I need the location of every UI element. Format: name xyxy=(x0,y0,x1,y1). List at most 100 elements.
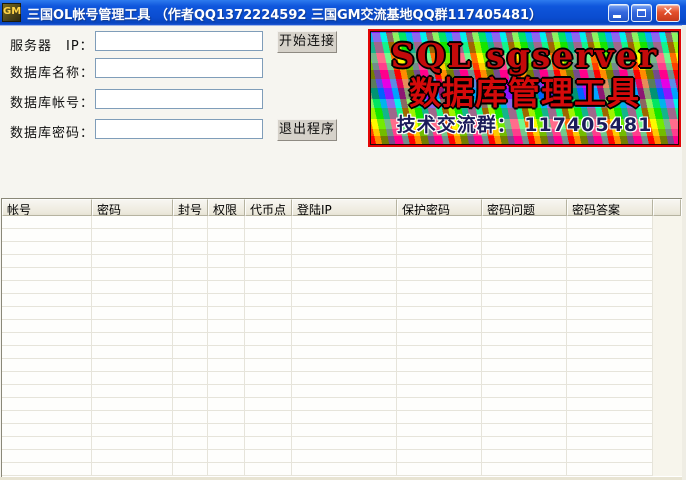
table-cell xyxy=(397,281,482,293)
table-cell xyxy=(292,216,397,228)
table-cell xyxy=(208,281,245,293)
table-cell xyxy=(92,424,173,436)
table-row xyxy=(2,320,653,333)
table-cell xyxy=(482,294,567,306)
table-cell xyxy=(245,385,292,397)
table-cell xyxy=(2,463,92,475)
table-cell xyxy=(482,216,567,228)
table-row xyxy=(2,450,653,463)
table-cell xyxy=(92,255,173,267)
table-cell xyxy=(567,398,653,410)
server-ip-input[interactable] xyxy=(95,31,263,51)
table-cell xyxy=(245,437,292,449)
table-cell xyxy=(292,268,397,280)
table-cell xyxy=(173,346,208,358)
exit-button[interactable]: 退出程序 xyxy=(277,119,337,141)
table-cell xyxy=(173,359,208,371)
table-cell xyxy=(173,294,208,306)
table-cell xyxy=(245,255,292,267)
column-header[interactable] xyxy=(653,199,681,216)
table-cell xyxy=(2,450,92,462)
table-row xyxy=(2,333,653,346)
table-row xyxy=(2,255,653,268)
table-cell xyxy=(173,216,208,228)
table-cell xyxy=(245,307,292,319)
column-header[interactable]: 封号 xyxy=(173,199,208,216)
db-name-input[interactable] xyxy=(95,58,263,78)
close-button[interactable]: ✕ xyxy=(656,4,680,22)
table-cell xyxy=(567,463,653,475)
table-cell xyxy=(397,398,482,410)
column-header[interactable]: 密码 xyxy=(92,199,173,216)
table-cell xyxy=(92,463,173,475)
table-cell xyxy=(2,359,92,371)
table-cell xyxy=(2,255,92,267)
table-cell xyxy=(397,437,482,449)
table-cell xyxy=(482,333,567,345)
table-cell xyxy=(92,372,173,384)
table-cell xyxy=(567,216,653,228)
column-header[interactable]: 权限 xyxy=(208,199,245,216)
table-cell xyxy=(245,372,292,384)
table-cell xyxy=(397,242,482,254)
table-cell xyxy=(482,255,567,267)
table-cell xyxy=(173,229,208,241)
table-cell xyxy=(245,216,292,228)
db-password-input[interactable] xyxy=(95,119,263,139)
column-header[interactable]: 密码答案 xyxy=(567,199,653,216)
column-header[interactable]: 代币点 xyxy=(245,199,292,216)
table-cell xyxy=(482,242,567,254)
table-cell xyxy=(292,229,397,241)
table-cell xyxy=(482,307,567,319)
table-cell xyxy=(173,437,208,449)
accounts-table: 帐号密码封号权限代币点登陆IP保护密码密码问题密码答案 xyxy=(1,198,683,477)
table-row xyxy=(2,463,653,476)
table-row xyxy=(2,242,653,255)
maximize-button[interactable] xyxy=(631,4,652,22)
table-cell xyxy=(292,437,397,449)
column-header[interactable]: 登陆IP xyxy=(292,199,397,216)
table-cell xyxy=(397,385,482,397)
table-cell xyxy=(173,411,208,423)
table-body[interactable] xyxy=(2,216,653,476)
table-cell xyxy=(208,216,245,228)
table-cell xyxy=(482,424,567,436)
table-cell xyxy=(567,346,653,358)
table-cell xyxy=(567,450,653,462)
table-cell xyxy=(92,281,173,293)
connect-button[interactable]: 开始连接 xyxy=(277,31,337,53)
minimize-button[interactable] xyxy=(608,4,629,22)
table-cell xyxy=(567,307,653,319)
table-cell xyxy=(208,411,245,423)
app-icon: GM xyxy=(2,3,21,22)
column-header[interactable]: 帐号 xyxy=(2,199,92,216)
banner-subtitle: 数据库管理工具 xyxy=(409,74,640,112)
table-cell xyxy=(482,437,567,449)
table-cell xyxy=(397,411,482,423)
table-cell xyxy=(2,320,92,332)
column-header[interactable]: 保护密码 xyxy=(397,199,482,216)
column-header[interactable]: 密码问题 xyxy=(482,199,567,216)
table-cell xyxy=(482,268,567,280)
table-cell xyxy=(208,255,245,267)
table-cell xyxy=(292,359,397,371)
table-cell xyxy=(92,242,173,254)
server-ip-label: 服务器 IP： xyxy=(10,35,94,54)
table-cell xyxy=(567,281,653,293)
table-cell xyxy=(2,411,92,423)
table-cell xyxy=(245,398,292,410)
table-cell xyxy=(397,424,482,436)
promo-banner-image: SQL sgserver 数据库管理工具 技术交流群： 117405481 xyxy=(368,29,681,147)
table-cell xyxy=(292,294,397,306)
table-cell xyxy=(2,216,92,228)
table-cell xyxy=(173,424,208,436)
table-cell xyxy=(245,281,292,293)
db-account-input[interactable] xyxy=(95,89,263,109)
table-cell xyxy=(292,242,397,254)
banner-group-number: 技术交流群： 117405481 xyxy=(397,112,653,138)
db-account-label: 数据库帐号： xyxy=(10,92,94,111)
table-row xyxy=(2,372,653,385)
table-cell xyxy=(173,463,208,475)
maximize-icon xyxy=(637,9,646,17)
table-cell xyxy=(2,294,92,306)
